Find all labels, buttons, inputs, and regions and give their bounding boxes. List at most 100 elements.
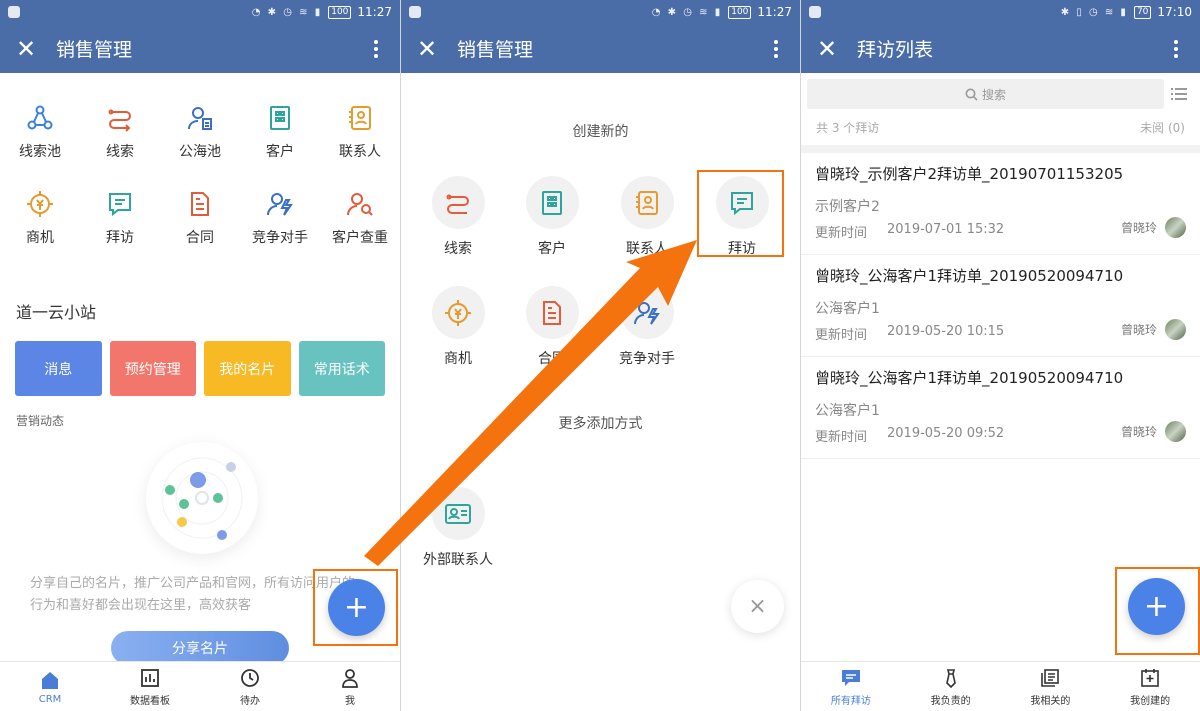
visit-list-screen: ✱ ▯ ◷ ≋ ▮ 70 17:10 ✕ 拜访列表 搜索 共 3 个拜访 未阅 (0…	[801, 0, 1200, 711]
avatar	[1165, 217, 1186, 238]
more-menu-icon[interactable]	[366, 39, 386, 58]
close-menu-button[interactable]: ×	[731, 580, 784, 633]
more-add-methods-title: 更多添加方式	[558, 416, 643, 432]
mini-site-cards: 消息 预约管理 我的名片 常用话术	[0, 341, 400, 396]
app-notification-icon	[409, 6, 421, 18]
app-bar: ✕ 拜访列表	[801, 24, 1200, 73]
mini-site-title: 道一云小站	[16, 303, 97, 322]
tab-my-related[interactable]: 我相关的	[1001, 662, 1101, 711]
app-bar: ✕ 销售管理	[0, 24, 400, 73]
close-icon[interactable]: ✕	[415, 37, 439, 61]
empty-state-text: 分享自己的名片，推广公司产品和官网，所有访问用户的行为和喜好都会出现在这里，高效…	[30, 576, 356, 613]
create-competitor[interactable]: 竞争对手	[607, 286, 687, 368]
module-label: 线索池	[19, 144, 61, 160]
module-contract[interactable]: 合同	[160, 189, 240, 275]
clock: 17:10	[1157, 5, 1192, 19]
status-bar: ✱ ▯ ◷ ≋ ▮ 70 17:10	[801, 0, 1200, 24]
module-opportunity[interactable]: 商机	[0, 189, 80, 275]
more-menu-icon[interactable]	[766, 39, 786, 58]
tab-label: 所有拜访	[830, 695, 871, 707]
module-visit[interactable]: 拜访	[80, 189, 160, 275]
leads-icon	[431, 176, 485, 229]
search-placeholder: 搜索	[981, 87, 1006, 102]
updated-time: 2019-07-01 15:32	[887, 222, 1005, 237]
bottom-tab-bar: CRM 数据看板 待办 我	[0, 661, 400, 711]
share-card-button[interactable]: 分享名片	[111, 631, 289, 665]
page-title: 拜访列表	[857, 39, 934, 61]
app-notification-icon	[8, 6, 20, 18]
clock-icon	[239, 667, 261, 689]
person-icon	[339, 667, 361, 689]
module-contact[interactable]: 联系人	[320, 103, 400, 189]
module-public-pool[interactable]: 公海池	[160, 103, 240, 189]
close-icon[interactable]: ✕	[14, 37, 38, 61]
tab-todo[interactable]: 待办	[200, 662, 300, 711]
customer-icon	[525, 176, 579, 229]
external-contact-label: 外部联系人	[423, 552, 493, 568]
visit-title: 曾晓玲_公海客户1拜访单_20190520094710	[815, 267, 1124, 285]
create-contract[interactable]: 合同	[512, 286, 592, 368]
create-label: 竞争对手	[619, 351, 675, 367]
visit-list-item[interactable]: 曾晓玲_公海客户1拜访单_20190520094710 公海客户1 更新时间 20…	[801, 357, 1200, 459]
opportunity-icon	[431, 286, 485, 339]
visit-list-item[interactable]: 曾晓玲_公海客户1拜访单_20190520094710 公海客户1 更新时间 20…	[801, 255, 1200, 357]
module-customer[interactable]: 客户	[240, 103, 320, 189]
leads-pool-icon	[25, 103, 55, 133]
contact-icon	[345, 103, 375, 133]
more-menu-icon[interactable]	[1166, 39, 1186, 58]
common-phrases-card[interactable]: 常用话术	[298, 341, 385, 396]
create-leads[interactable]: 线索	[418, 176, 498, 258]
updated-time: 2019-05-20 09:52	[887, 426, 1005, 441]
tab-all-visits[interactable]: 所有拜访	[801, 662, 901, 711]
visit-customer: 公海客户1	[815, 403, 880, 419]
battery-icon: 100	[328, 5, 352, 19]
visit-customer: 公海客户1	[815, 301, 880, 317]
module-leads[interactable]: 线索	[80, 103, 160, 189]
updated-label: 更新时间	[815, 328, 868, 343]
tab-crm[interactable]: CRM	[0, 662, 100, 711]
avatar	[1165, 319, 1186, 340]
highlight-box	[1115, 567, 1200, 655]
tab-my-created[interactable]: 我创建的	[1100, 662, 1200, 711]
module-label: 拜访	[106, 230, 134, 246]
external-contact-button[interactable]: 外部联系人	[418, 487, 498, 569]
battery-icon: 100	[728, 5, 752, 19]
create-customer[interactable]: 客户	[512, 176, 592, 258]
create-opportunity[interactable]: 商机	[418, 286, 498, 368]
search-row: 搜索	[801, 73, 1200, 109]
visit-list-item[interactable]: 曾晓玲_示例客户2拜访单_20190701153205 示例客户2 更新时间 20…	[801, 153, 1200, 255]
create-contact[interactable]: 联系人	[607, 176, 687, 258]
list-view-icon[interactable]	[1164, 87, 1194, 101]
search-input[interactable]: 搜索	[807, 79, 1164, 109]
module-label: 合同	[186, 230, 214, 246]
opportunity-icon	[25, 189, 55, 219]
create-new-screen: ◔ ✱ ◷ ≋ ▮ 100 11:27 ✕ 销售管理 创建新的 线索 客户 联系人 …	[401, 0, 800, 711]
module-customer-dedupe[interactable]: 客户查重	[320, 189, 400, 275]
tab-dashboard[interactable]: 数据看板	[100, 662, 200, 711]
module-leads-pool[interactable]: 线索池	[0, 103, 80, 189]
appointment-card[interactable]: 预约管理	[109, 341, 196, 396]
module-competitor[interactable]: 竞争对手	[240, 189, 320, 275]
contact-icon	[620, 176, 674, 229]
highlight-box	[697, 170, 784, 257]
messages-card[interactable]: 消息	[15, 341, 102, 396]
competitor-icon	[620, 286, 674, 339]
competitor-icon	[265, 189, 295, 219]
owner-name: 曾晓玲	[1120, 425, 1157, 439]
unread-count[interactable]: 未阅 (0)	[1140, 119, 1185, 136]
tab-label: 我负责的	[930, 695, 971, 707]
my-card-card[interactable]: 我的名片	[204, 341, 291, 396]
visit-count: 共 3 个拜访	[816, 120, 880, 135]
visit-title: 曾晓玲_示例客户2拜访单_20190701153205	[815, 165, 1124, 183]
create-label: 线索	[444, 241, 472, 257]
highlight-box	[313, 569, 398, 646]
tab-me[interactable]: 我	[300, 662, 400, 711]
module-label: 商机	[26, 230, 54, 246]
count-row: 共 3 个拜访 未阅 (0)	[801, 109, 1200, 153]
tab-my-responsible[interactable]: 我负责的	[901, 662, 1001, 711]
chart-icon	[139, 667, 161, 689]
empty-state-illustration	[146, 442, 258, 554]
create-label: 商机	[444, 351, 472, 367]
create-label: 合同	[538, 351, 566, 367]
close-icon[interactable]: ✕	[815, 37, 839, 61]
